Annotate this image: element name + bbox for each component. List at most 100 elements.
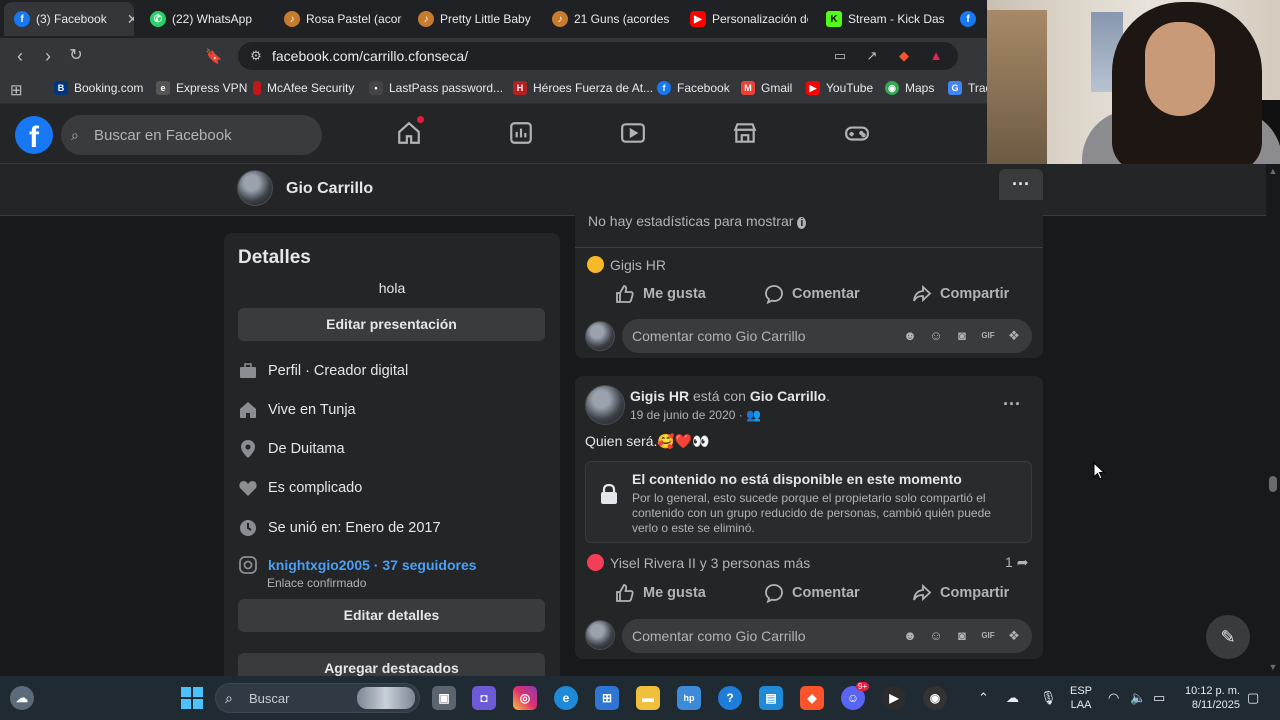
author-name[interactable]: Gigis HR <box>630 388 689 404</box>
media-player-icon[interactable]: ▶ <box>882 686 906 710</box>
share-button[interactable]: Compartir <box>912 284 1009 304</box>
facebook-search-input[interactable]: ⌕ Buscar en Facebook <box>61 115 322 155</box>
sticker-icon[interactable]: ❖ <box>1006 328 1022 344</box>
obs-icon[interactable]: ◉ <box>923 686 947 710</box>
wifi-icon[interactable]: ◠ <box>1108 690 1119 706</box>
tab-rosa-pastel[interactable]: ♪ Rosa Pastel (acord <box>274 2 402 36</box>
show-hidden-icons-icon[interactable]: ⌃ <box>978 690 989 706</box>
gif-icon[interactable]: GIF <box>980 328 996 344</box>
author-avatar[interactable] <box>585 385 625 425</box>
scroll-thumb[interactable] <box>1269 476 1277 492</box>
reload-icon[interactable]: ↻ <box>66 46 86 66</box>
onedrive-icon[interactable]: ☁ <box>1006 690 1019 706</box>
reaction-summary[interactable]: Gigis HR <box>587 256 666 273</box>
task-view-icon[interactable]: ▣ <box>432 686 456 710</box>
help-icon[interactable]: ? <box>718 686 742 710</box>
instagram-link[interactable]: knightxgio2005 · 37 seguidores <box>268 557 477 573</box>
edit-details-button[interactable]: Editar detalles <box>238 599 545 632</box>
bookmark-heroes[interactable]: H Héroes Fuerza de At... <box>513 81 653 95</box>
scroll-down-icon[interactable]: ▼ <box>1268 662 1278 672</box>
tab-kick-stream[interactable]: K Stream - Kick Das <box>816 2 944 36</box>
bookmark-mcafee[interactable]: McAfee Security <box>253 81 354 95</box>
apps-grid-icon[interactable]: ⊞ <box>10 81 23 99</box>
url-bar[interactable]: ⚙ facebook.com/carrillo.cfonseca/ ▭ ↗ ◆ … <box>238 42 958 70</box>
post-date[interactable]: 19 de junio de 2020 · 👥 <box>630 408 761 422</box>
site-info-icon[interactable]: ⚙ <box>248 48 264 64</box>
instagram-app-icon[interactable]: ◎ <box>513 686 537 710</box>
close-tab-icon[interactable]: ✕ <box>127 11 134 28</box>
commenter-avatar[interactable] <box>585 620 615 650</box>
forward-icon[interactable]: › <box>38 46 58 66</box>
camera-icon[interactable]: ◙ <box>954 328 970 344</box>
sticker-icon[interactable]: ❖ <box>1006 628 1022 644</box>
tab-whatsapp[interactable]: ✆ (22) WhatsApp <box>140 2 268 36</box>
share-icon[interactable]: ↗ <box>864 48 880 64</box>
file-explorer-icon[interactable]: ▬ <box>636 686 660 710</box>
marketplace-icon[interactable] <box>732 120 758 146</box>
like-button[interactable]: Me gusta <box>615 284 706 304</box>
microsoft-store-icon[interactable]: ⊞ <box>595 686 619 710</box>
comment-input[interactable]: Comentar como Gio Carrillo ☻ ☺ ◙ GIF ❖ <box>622 319 1032 353</box>
bookmark-lastpass[interactable]: • LastPass password... <box>369 81 503 95</box>
profile-name[interactable]: Gio Carrillo <box>286 180 373 198</box>
home-icon[interactable] <box>396 116 424 146</box>
commenter-avatar[interactable] <box>585 321 615 351</box>
share-button[interactable]: Compartir <box>912 583 1009 603</box>
bookmark-expressvpn[interactable]: e Express VPN <box>156 81 247 95</box>
windows-start-icon[interactable] <box>180 686 204 710</box>
facebook-logo-icon[interactable]: f <box>15 116 53 154</box>
bookmark-maps[interactable]: ◉ Maps <box>885 81 934 95</box>
camera-icon[interactable]: ◙ <box>954 628 970 644</box>
notifications-icon[interactable]: ▢ <box>1247 690 1259 706</box>
tab-facebook-2[interactable]: f <box>950 2 986 36</box>
clock[interactable]: 10:12 p. m. 8/11/2025 <box>1176 684 1240 712</box>
reaction-summary[interactable]: Yisel Rivera II y 3 personas más <box>587 554 810 571</box>
hp-icon[interactable]: hp <box>677 686 701 710</box>
avatar-sticker-icon[interactable]: ☻ <box>902 328 918 344</box>
bookmark-youtube[interactable]: ▶ YouTube <box>806 81 873 95</box>
language-indicator[interactable]: ESP LAA <box>1070 684 1092 712</box>
emoji-icon[interactable]: ☺ <box>928 328 944 344</box>
widgets-weather-icon[interactable]: ☁ <box>10 686 34 710</box>
cast-icon[interactable]: ▭ <box>832 48 848 64</box>
brave-browser-icon[interactable]: ◆ <box>800 686 824 710</box>
microphone-icon[interactable]: 🎙 <box>1040 690 1057 706</box>
comment-input[interactable]: Comentar como Gio Carrillo ☻ ☺ ◙ GIF ❖ <box>622 619 1032 653</box>
video-icon[interactable] <box>620 120 646 146</box>
edit-presentation-button[interactable]: Editar presentación <box>238 308 545 341</box>
share-count[interactable]: 1 ➦ <box>1005 554 1028 571</box>
gif-icon[interactable]: GIF <box>980 628 996 644</box>
like-button[interactable]: Me gusta <box>615 583 706 603</box>
app-icon[interactable]: ▤ <box>759 686 783 710</box>
info-icon[interactable]: i <box>797 217 807 229</box>
brave-shield-icon[interactable]: ◆ <box>896 48 912 64</box>
battery-icon[interactable]: ▭ <box>1153 690 1165 706</box>
tab-pretty-little-baby[interactable]: ♪ Pretty Little Baby <box>408 2 536 36</box>
bookmark-translate[interactable]: G Trad <box>948 81 992 95</box>
edge-icon[interactable]: e <box>554 686 578 710</box>
tagged-name[interactable]: Gio Carrillo <box>750 388 826 404</box>
tab-youtube-personalizacion[interactable]: ▶ Personalización de <box>680 2 808 36</box>
tab-21-guns[interactable]: ♪ 21 Guns (acordes <box>542 2 670 36</box>
dashboard-icon[interactable] <box>508 120 534 146</box>
profile-avatar[interactable] <box>237 170 273 206</box>
scroll-up-icon[interactable]: ▲ <box>1268 166 1278 176</box>
teams-icon[interactable]: ◘ <box>472 686 496 710</box>
avatar-sticker-icon[interactable]: ☻ <box>902 628 918 644</box>
bookmark-gmail[interactable]: M Gmail <box>741 81 792 95</box>
post-more-icon[interactable]: ··· <box>1003 394 1021 415</box>
taskbar-search-input[interactable]: ⌕ Buscar <box>215 683 420 713</box>
bookmark-icon[interactable]: 🔖 <box>204 46 224 66</box>
gaming-icon[interactable] <box>844 120 870 146</box>
scrollbar[interactable]: ▲ ▼ <box>1266 164 1280 676</box>
tab-facebook[interactable]: f (3) Facebook ✕ <box>4 2 134 36</box>
volume-icon[interactable]: 🔈 <box>1130 690 1146 706</box>
back-icon[interactable]: ‹ <box>10 46 30 66</box>
comment-button[interactable]: Comentar <box>764 284 860 304</box>
comment-button[interactable]: Comentar <box>764 583 860 603</box>
bookmark-booking[interactable]: B Booking.com <box>54 81 143 95</box>
new-message-button[interactable]: ✎ <box>1206 615 1250 659</box>
brave-rewards-icon[interactable]: ▲ <box>928 48 944 64</box>
bookmark-facebook[interactable]: f Facebook <box>657 81 730 95</box>
emoji-icon[interactable]: ☺ <box>928 628 944 644</box>
